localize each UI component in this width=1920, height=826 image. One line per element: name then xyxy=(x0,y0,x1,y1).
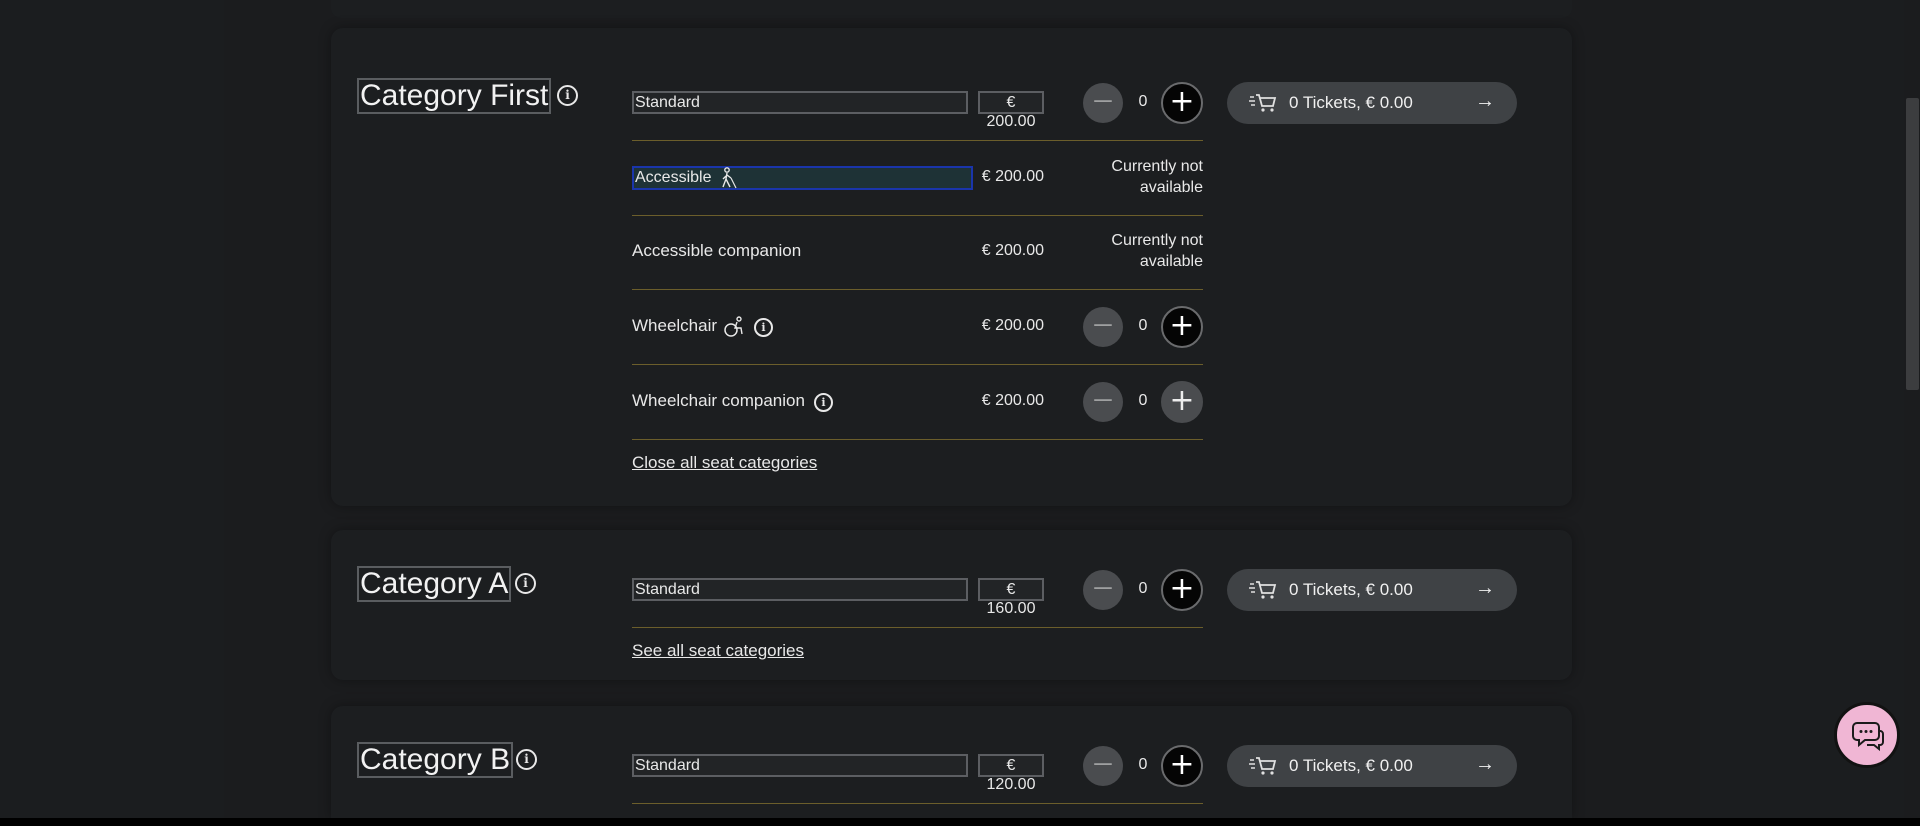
quantity-value: 0 xyxy=(1138,317,1148,334)
wheelchair-price: € 200.00 xyxy=(981,317,1044,334)
standard-price: € 200.00 xyxy=(978,91,1044,130)
blind-person-icon xyxy=(722,167,737,189)
arrow-right-icon: → xyxy=(1475,753,1495,775)
info-icon[interactable]: i xyxy=(557,85,578,106)
info-icon[interactable]: i xyxy=(516,749,537,770)
quantity-value: 0 xyxy=(1138,580,1148,597)
decrease-quantity-button[interactable]: − xyxy=(1083,307,1123,347)
category-a-title: Category A xyxy=(357,566,512,602)
wheelchair-companion-price: € 200.00 xyxy=(981,392,1044,409)
increase-quantity-button[interactable]: + xyxy=(1161,381,1203,423)
standard-price: € 160.00 xyxy=(978,578,1044,617)
arrow-right-icon: → xyxy=(1475,577,1495,599)
scrollbar-thumb[interactable] xyxy=(1906,98,1919,390)
accessible-label: Accessible xyxy=(635,169,712,186)
accessible-companion-label: Accessible companion xyxy=(632,241,802,260)
decrease-quantity-button[interactable]: − xyxy=(1083,746,1123,786)
accessible-companion-price: € 200.00 xyxy=(981,242,1044,259)
increase-quantity-button[interactable]: + xyxy=(1161,569,1203,611)
cart-summary: 0 Tickets, € 0.00 xyxy=(1289,93,1413,112)
decrease-quantity-button[interactable]: − xyxy=(1083,570,1123,610)
increase-quantity-button[interactable]: + xyxy=(1161,82,1203,124)
accessible-price: € 200.00 xyxy=(981,168,1044,185)
accessible-companion-status: Currently not available xyxy=(1111,232,1203,270)
accessible-label-box: Accessible xyxy=(632,166,973,190)
wheelchair-label: Wheelchair xyxy=(632,316,718,335)
see-all-seat-categories-link[interactable]: See all seat categories xyxy=(632,641,804,661)
chat-button[interactable] xyxy=(1834,702,1900,768)
previous-card-edge xyxy=(331,0,1572,18)
standard-label: Standard xyxy=(632,578,968,601)
shopping-cart-icon xyxy=(1249,94,1277,112)
accessible-status: Currently not available xyxy=(1111,158,1203,196)
increase-quantity-button[interactable]: + xyxy=(1161,745,1203,787)
shopping-cart-icon xyxy=(1249,757,1277,775)
category-b-title: Category B xyxy=(357,742,514,778)
divider xyxy=(632,364,1203,365)
standard-label: Standard xyxy=(632,754,968,777)
info-icon[interactable]: i xyxy=(515,573,536,594)
info-icon[interactable]: i xyxy=(754,318,773,337)
decrease-quantity-button[interactable]: − xyxy=(1083,382,1123,422)
increase-quantity-button[interactable]: + xyxy=(1161,306,1203,348)
divider xyxy=(632,439,1203,440)
standard-label: Standard xyxy=(632,91,968,114)
cart-summary: 0 Tickets, € 0.00 xyxy=(1289,580,1413,599)
quantity-value: 0 xyxy=(1138,392,1148,409)
quantity-value: 0 xyxy=(1138,756,1148,773)
add-to-cart-button[interactable]: 0 Tickets, € 0.00 → xyxy=(1227,82,1517,124)
chat-icon xyxy=(1852,722,1884,751)
quantity-value: 0 xyxy=(1138,93,1148,110)
add-to-cart-button[interactable]: 0 Tickets, € 0.00 → xyxy=(1227,569,1517,611)
divider xyxy=(632,140,1203,141)
standard-price: € 120.00 xyxy=(978,754,1044,793)
category-first-title: Category First xyxy=(357,78,552,114)
divider xyxy=(632,627,1203,628)
shopping-cart-icon xyxy=(1249,581,1277,599)
decrease-quantity-button[interactable]: − xyxy=(1083,83,1123,123)
divider xyxy=(632,803,1203,804)
cart-summary: 0 Tickets, € 0.00 xyxy=(1289,756,1413,775)
bottom-bar xyxy=(0,818,1920,826)
divider xyxy=(632,289,1203,290)
arrow-right-icon: → xyxy=(1475,90,1495,112)
wheelchair-companion-label: Wheelchair companion xyxy=(632,391,805,410)
wheelchair-icon xyxy=(724,316,743,337)
divider xyxy=(632,215,1203,216)
add-to-cart-button[interactable]: 0 Tickets, € 0.00 → xyxy=(1227,745,1517,787)
close-all-seat-categories-link[interactable]: Close all seat categories xyxy=(632,453,817,473)
info-icon[interactable]: i xyxy=(814,393,833,412)
